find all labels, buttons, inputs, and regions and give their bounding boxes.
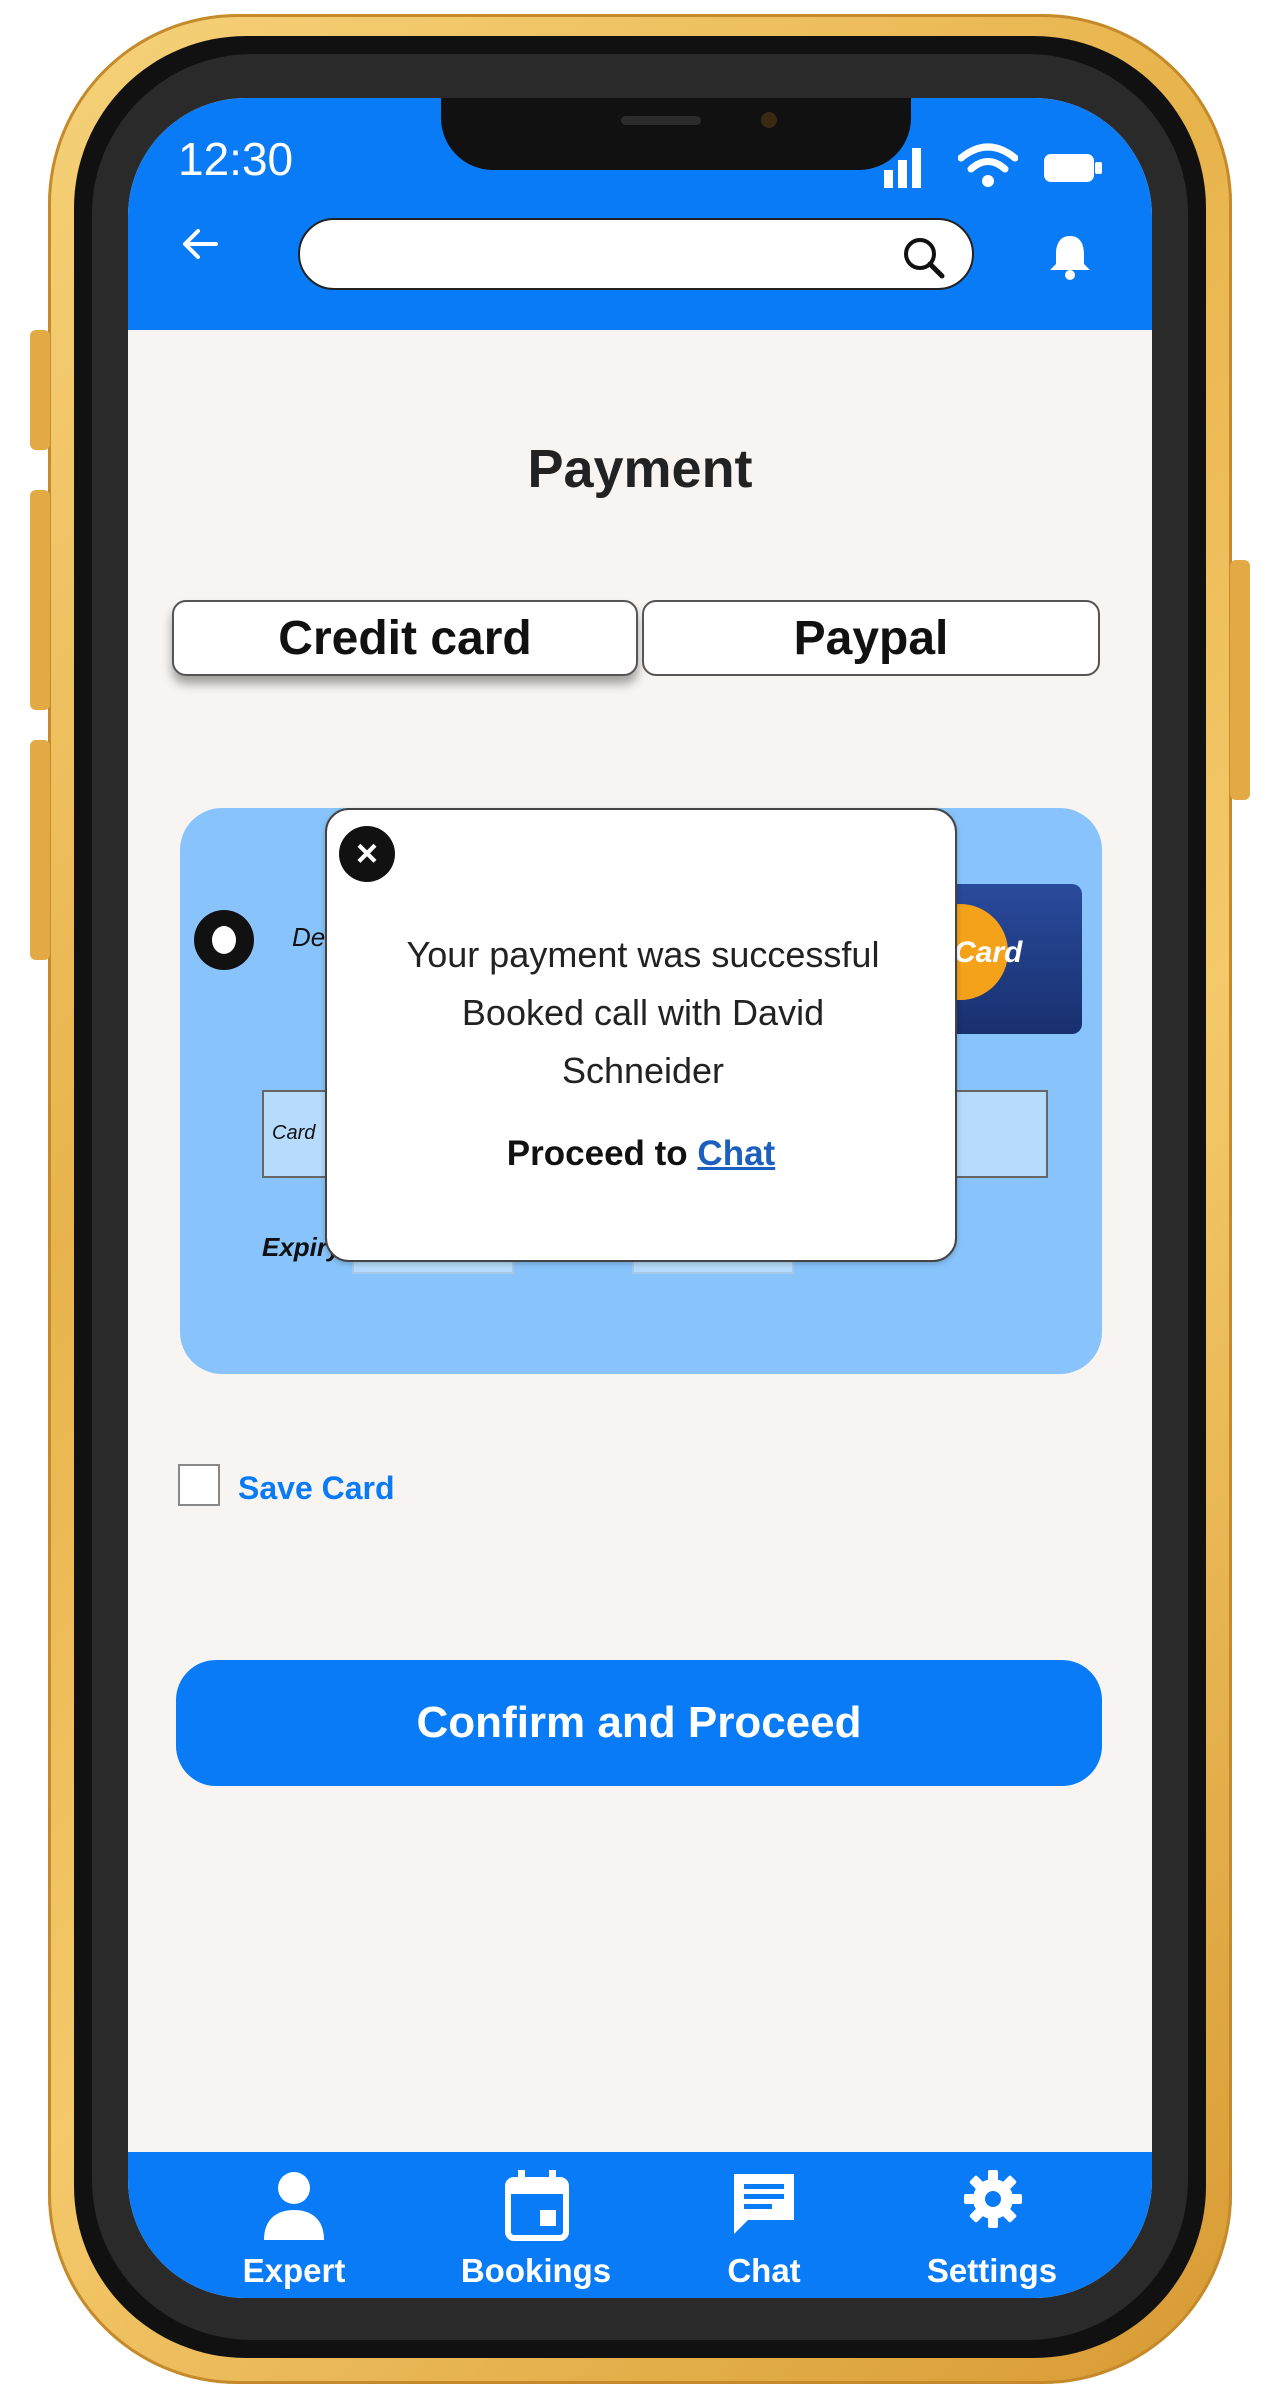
- search-input[interactable]: [328, 232, 892, 278]
- dialog-message-line: Booked call with David: [461, 992, 825, 1033]
- calendar-icon: [505, 2170, 569, 2241]
- card-type-label: De: [292, 922, 326, 952]
- close-icon[interactable]: ×: [339, 826, 395, 882]
- wifi-icon: [958, 143, 1018, 187]
- save-card-checkbox[interactable]: [178, 1464, 220, 1506]
- brand-logo-text: Card: [954, 936, 1023, 969]
- payment-success-dialog: × Your payment was successful Booked cal…: [325, 808, 957, 1262]
- tab-paypal[interactable]: Paypal: [642, 600, 1100, 676]
- status-time: 12:30: [178, 133, 294, 185]
- nav-label-settings: Settings: [926, 2252, 1058, 2289]
- chat-link[interactable]: Chat: [697, 1134, 775, 1173]
- gear-icon: [964, 2170, 1022, 2228]
- save-card-label[interactable]: Save Card: [238, 1470, 395, 1507]
- dialog-message: Your payment was successful Booked call …: [347, 926, 939, 1100]
- battery-icon: [1044, 154, 1102, 182]
- search-bar[interactable]: [298, 218, 974, 290]
- proceed-label: Proceed to: [506, 1134, 688, 1173]
- back-arrow-icon[interactable]: [180, 226, 220, 262]
- nav-label-bookings: Bookings: [460, 2252, 612, 2289]
- confirm-and-proceed-button[interactable]: Confirm and Proceed: [176, 1660, 1102, 1786]
- nav-label-chat: Chat: [727, 2252, 801, 2289]
- phone-screen: 12:30 Payment Credit card Paypal De Card…: [128, 98, 1152, 2298]
- card-number-placeholder: Card: [272, 1122, 316, 1144]
- dialog-message-line: Your payment was successful: [406, 934, 880, 975]
- search-icon[interactable]: [902, 236, 946, 280]
- bell-icon[interactable]: [1044, 230, 1096, 282]
- tab-credit-card[interactable]: Credit card: [172, 600, 638, 676]
- phone-side-button: [30, 330, 50, 450]
- card-type-radio[interactable]: [194, 910, 254, 970]
- page-title: Payment: [527, 439, 753, 499]
- dialog-message-line: Schneider: [561, 1050, 725, 1091]
- front-camera: [761, 112, 777, 128]
- phone-volume-down-button: [30, 740, 50, 960]
- phone-volume-up-button: [30, 490, 50, 710]
- speaker-grille: [621, 116, 701, 125]
- proceed-text: Proceed to Chat: [327, 1134, 955, 1174]
- nav-label-expert: Expert: [242, 2252, 346, 2289]
- mastercard-logo: Card: [946, 884, 1082, 1034]
- phone-power-button: [1230, 560, 1250, 800]
- bottom-navigation: Expert Bookings Chat Settings: [128, 2152, 1152, 2298]
- person-icon: [264, 2172, 324, 2240]
- phone-notch: [441, 98, 911, 170]
- chat-icon: [734, 2174, 794, 2234]
